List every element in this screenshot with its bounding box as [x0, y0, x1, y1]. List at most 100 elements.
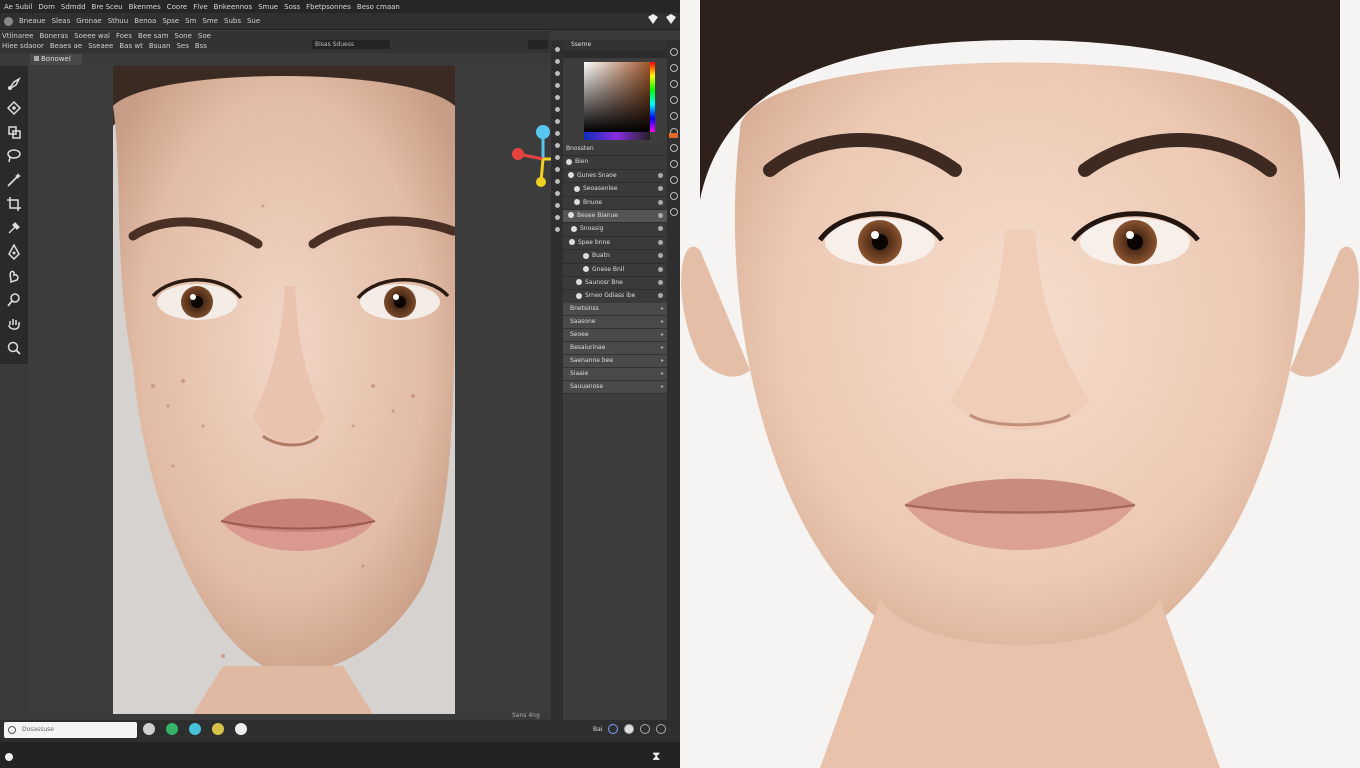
option-item[interactable]: Sseaee [88, 42, 113, 50]
option-item[interactable]: Soeee wal [74, 32, 110, 40]
toolbar-item-9[interactable]: Sue [247, 17, 260, 25]
pen-tool-icon[interactable] [6, 243, 22, 261]
strip-icon[interactable] [554, 179, 560, 184]
color-picker-field[interactable] [584, 62, 650, 132]
toolbar-item-3[interactable]: Sthuu [108, 17, 129, 25]
panel-section-header[interactable]: Bnossten [563, 143, 667, 157]
strip-icon[interactable] [669, 192, 678, 200]
layer-row[interactable]: Besee Bianue [563, 209, 667, 224]
layer-row[interactable]: Seoasenlee [563, 183, 667, 197]
toolbar-item-7[interactable]: Sme [202, 17, 218, 25]
strip-icon[interactable] [554, 71, 560, 76]
info-icon[interactable] [656, 724, 667, 734]
clone-tool-icon[interactable] [6, 124, 22, 140]
toolbar-item-1[interactable]: Sleas [52, 17, 71, 25]
menu-item-6[interactable]: Flve [193, 3, 207, 11]
adjustment-row[interactable]: Seoee ▸ [563, 329, 667, 342]
toolbar-item-2[interactable]: Gronae [76, 17, 101, 25]
eyedropper-icon[interactable] [6, 220, 22, 236]
toolbar-item-0[interactable]: Bneaue [19, 17, 46, 25]
layer-row[interactable]: Srneo Gdiass ibe [563, 290, 667, 304]
layer-row[interactable]: Gunes Snaoe [563, 169, 667, 184]
adjustment-row[interactable]: Sauuanose ▸ [563, 381, 667, 394]
option-item[interactable]: Foes [116, 32, 132, 40]
adjustments-header[interactable]: Bnetsinss ▸ [563, 303, 667, 316]
strip-icon[interactable] [669, 160, 678, 168]
strip-icon[interactable] [554, 119, 560, 124]
option-item[interactable]: Vtlinaree [2, 32, 34, 40]
menu-item-1[interactable]: Dom [38, 3, 55, 11]
strip-icon[interactable] [554, 59, 560, 64]
settings-icon[interactable] [640, 724, 651, 734]
search-input[interactable]: Dosassuse [4, 722, 137, 738]
shield-icon[interactable] [648, 14, 658, 24]
menu-item-11[interactable]: Beso cmaan [357, 3, 400, 11]
strip-icon[interactable] [554, 167, 560, 172]
layer-row[interactable]: Bnuoe [563, 196, 667, 210]
options-toggle[interactable] [528, 40, 548, 49]
strip-icon[interactable] [669, 64, 678, 72]
layer-row[interactable]: Snoasig [563, 223, 667, 237]
panel-subsection[interactable]: Bien [563, 156, 667, 170]
layer-row[interactable]: Gnese Bnil [563, 263, 667, 277]
strip-icon[interactable] [669, 176, 678, 184]
brush-tool-icon[interactable] [6, 76, 22, 92]
menu-item-9[interactable]: Soss [284, 3, 300, 11]
dodge-tool-icon[interactable] [6, 292, 22, 308]
zoom-tool-icon[interactable] [6, 340, 22, 356]
strip-icon[interactable] [554, 191, 560, 196]
menu-item-2[interactable]: Sdmdd [61, 3, 86, 11]
menu-item-4[interactable]: Bkenmes [129, 3, 161, 11]
yellow-dot-icon[interactable] [212, 723, 224, 735]
strip-icon[interactable] [669, 80, 678, 88]
option-item[interactable]: Bss [195, 42, 207, 50]
option-item[interactable]: Boneras [40, 32, 69, 40]
strip-icon[interactable] [554, 227, 560, 232]
strip-icon[interactable] [554, 215, 560, 220]
menu-item-0[interactable]: Ae Subil [4, 3, 32, 11]
crop-tool-icon[interactable] [6, 196, 22, 212]
option-item[interactable]: Sone [174, 32, 191, 40]
adjustment-row[interactable]: Besaiurinae ▸ [563, 342, 667, 355]
toolbar-item-8[interactable]: Subs [224, 17, 241, 25]
strip-icon[interactable] [554, 107, 560, 112]
menu-item-7[interactable]: Bnkeennos [214, 3, 252, 11]
green-dot-icon[interactable] [166, 723, 178, 735]
healing-tool-icon[interactable] [6, 100, 22, 116]
white-dot-icon[interactable] [235, 723, 247, 735]
hue-slider[interactable] [650, 62, 655, 132]
toolbar-item-5[interactable]: Spse [162, 17, 179, 25]
hand-icon[interactable] [143, 723, 155, 735]
diamond-icon[interactable] [666, 14, 676, 24]
adjustment-row[interactable]: Saasone ▸ [563, 316, 667, 329]
option-item[interactable]: Bsuan [149, 42, 171, 50]
strip-icon[interactable] [554, 47, 560, 52]
option-item[interactable]: Hiee sdaoor [2, 42, 44, 50]
canvas-area[interactable] [28, 66, 576, 714]
magic-wand-icon[interactable] [6, 172, 22, 188]
layer-row[interactable]: Spee bnne [563, 236, 667, 251]
option-item[interactable]: Beaes ae [50, 42, 82, 50]
home-icon[interactable] [4, 16, 13, 26]
strip-icon[interactable] [554, 203, 560, 208]
preset-dropdown[interactable]: Bisas Sduess [312, 40, 390, 49]
layer-row[interactable]: Saunosr Bne [563, 276, 667, 291]
option-item[interactable]: Ses [176, 42, 188, 50]
record-icon[interactable] [5, 753, 13, 761]
strip-icon[interactable] [554, 143, 560, 148]
menu-item-3[interactable]: Bre Sceu [92, 3, 123, 11]
lasso-tool-icon[interactable] [6, 148, 22, 164]
cyan-dot-icon[interactable] [189, 723, 201, 735]
strip-icon[interactable] [554, 95, 560, 100]
strip-icon[interactable] [669, 48, 678, 56]
strip-icon[interactable] [669, 96, 678, 104]
smudge-tool-icon[interactable] [6, 268, 22, 284]
option-item[interactable]: Bee sam [138, 32, 168, 40]
strip-icon[interactable] [669, 208, 678, 216]
adjustment-row[interactable]: Saenanne bee ▸ [563, 355, 667, 368]
before-portrait-image[interactable] [113, 66, 455, 714]
option-item[interactable]: Soe [198, 32, 211, 40]
hourglass-icon[interactable]: ⧗ [652, 749, 660, 764]
hand-tool-icon[interactable] [6, 316, 22, 332]
strip-icon[interactable] [554, 131, 560, 136]
